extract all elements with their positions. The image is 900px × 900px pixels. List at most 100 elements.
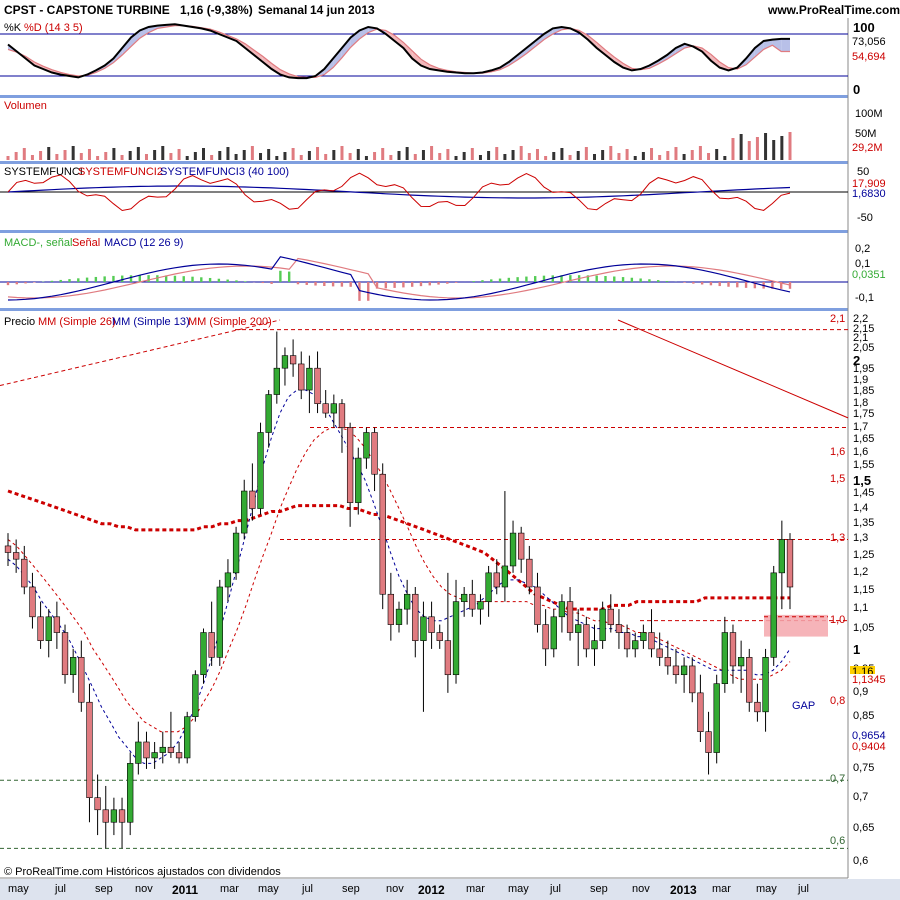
- candle-body: [159, 746, 166, 753]
- macd-histogram-bar: [33, 282, 36, 283]
- macd-histogram-bar: [77, 278, 80, 282]
- volume-bar: [633, 156, 637, 160]
- volume-bar: [772, 140, 776, 160]
- volume-bar: [527, 153, 531, 160]
- volume-bar: [79, 153, 83, 160]
- candle-body: [469, 593, 476, 610]
- candle-body: [298, 363, 305, 391]
- volume-bar: [356, 149, 360, 160]
- x-tick-label: nov: [135, 883, 153, 895]
- mm200-value: 1,1345: [850, 674, 888, 686]
- macd-histogram-bar: [648, 279, 651, 282]
- macd-histogram-bar: [507, 277, 511, 282]
- price-tick: 1,1: [853, 602, 869, 615]
- candle-body: [314, 367, 321, 405]
- system-tick-neg50: -50: [857, 212, 873, 224]
- volume-bar: [747, 141, 751, 160]
- volume-bar: [576, 151, 580, 160]
- candle-body: [737, 657, 745, 667]
- volume-bar: [242, 150, 246, 160]
- candle-body: [648, 632, 655, 650]
- volume-bar: [161, 146, 165, 160]
- volume-bar: [96, 156, 100, 160]
- panel-separator: [0, 230, 848, 233]
- volume-bar: [30, 155, 34, 160]
- candle-body: [705, 731, 712, 753]
- price-label-4: MM (Simple 200): [188, 316, 272, 328]
- volume-bar: [389, 155, 393, 160]
- macd-histogram-bar: [296, 282, 300, 285]
- candle-body: [518, 532, 525, 560]
- volume-bar: [104, 152, 108, 160]
- macd-histogram-bar: [621, 277, 625, 282]
- candle-body: [281, 355, 289, 369]
- volume-bar: [55, 154, 59, 160]
- volume-bar: [324, 154, 328, 160]
- candle-body: [656, 648, 663, 658]
- x-tick-label: 2013: [670, 883, 697, 897]
- volume-bar: [71, 146, 75, 160]
- volume-bar: [470, 148, 474, 160]
- candle-body: [444, 640, 452, 676]
- fib-label: 2,1: [830, 313, 846, 325]
- macd-histogram-bar: [525, 276, 528, 282]
- volume-bar: [47, 147, 51, 160]
- macd-histogram-bar: [182, 276, 185, 282]
- candle-body: [762, 657, 769, 713]
- volume-bar: [405, 147, 409, 160]
- candle-body: [78, 657, 85, 703]
- candle-body: [143, 741, 150, 759]
- candle-body: [729, 632, 737, 667]
- candle-body: [37, 616, 44, 641]
- candle-body: [436, 632, 443, 641]
- volume-bar: [307, 151, 311, 160]
- macd-histogram-bar: [683, 282, 686, 283]
- macd-histogram-bar: [393, 282, 396, 288]
- macd-histogram-bar: [736, 282, 739, 288]
- macd-histogram-bar: [340, 282, 344, 287]
- candle-body: [86, 701, 93, 798]
- candle-body: [713, 683, 720, 753]
- volume-bar: [593, 154, 596, 160]
- candle-body: [265, 394, 272, 433]
- candle-body: [615, 624, 623, 633]
- macd-histogram-bar: [665, 280, 669, 282]
- site-link[interactable]: www.ProRealTime.com: [768, 3, 900, 17]
- price-tick: 1,85: [853, 385, 875, 398]
- panel-bg: [0, 18, 848, 95]
- price-tick: 0,9: [853, 685, 869, 698]
- macd-histogram-bar: [208, 277, 212, 282]
- fib-label: 1,3: [830, 532, 846, 545]
- macd-histogram-bar: [437, 282, 440, 285]
- volume-bar: [552, 152, 556, 160]
- volume-bar: [210, 155, 214, 160]
- macd-histogram-bar: [639, 278, 642, 282]
- candle-body: [664, 657, 671, 667]
- volume-bar: [153, 150, 157, 160]
- volume-bar: [764, 133, 768, 160]
- volume-tick-50m: 50M: [855, 128, 877, 140]
- candle-body: [184, 716, 191, 759]
- macd-histogram-bar: [314, 282, 317, 286]
- volume-bar: [478, 155, 482, 160]
- candle-body: [697, 692, 704, 732]
- volume-bar: [332, 150, 336, 160]
- candle-body: [4, 545, 12, 553]
- footer-note: © ProRealTime.com Históricos ajustados c…: [4, 866, 281, 878]
- macd-histogram-bar: [613, 276, 616, 282]
- stoch-d-label: %D (14 3 5): [24, 22, 83, 34]
- candle-body: [330, 403, 337, 414]
- candle-body: [200, 632, 207, 676]
- volume-bar: [682, 154, 686, 160]
- candle-body: [428, 616, 435, 633]
- last-quote: 1,16 (-9,38%): [180, 3, 253, 17]
- x-tick-label: mar: [712, 883, 731, 895]
- candle-body: [257, 432, 264, 509]
- price-tick: 1,15: [853, 583, 875, 596]
- volume-bar: [739, 134, 743, 160]
- volume-bar: [373, 152, 377, 160]
- candle-body: [420, 616, 427, 641]
- macd-histogram-bar: [112, 275, 115, 282]
- macd-histogram-bar: [481, 280, 484, 282]
- volume-bar: [340, 146, 344, 160]
